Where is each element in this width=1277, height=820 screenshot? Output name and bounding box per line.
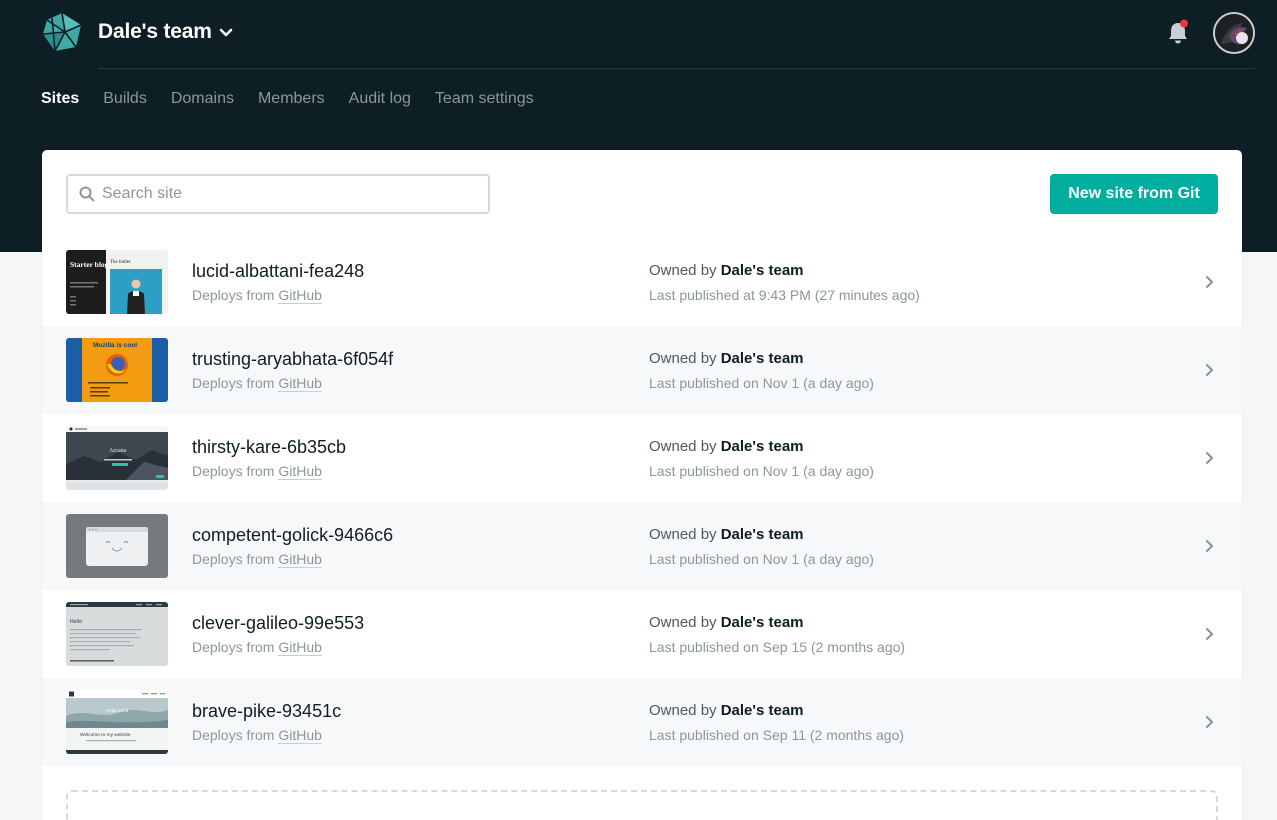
thumb-title: Mozilla is cool	[93, 342, 137, 349]
last-published: Last published at 9:43 PM (27 minutes ag…	[649, 287, 920, 303]
site-name[interactable]: brave-pike-93451c	[192, 701, 341, 722]
site-row[interactable]: Starter blog The butler lucid-albattani-…	[42, 238, 1242, 326]
site-preview-image: Hello world Welcome to my website	[66, 690, 168, 754]
site-row[interactable]: competent-golick-9466c6 Deploys from Git…	[42, 502, 1242, 590]
avatar-image	[1215, 14, 1253, 52]
thumb-title: Hello world	[106, 708, 129, 713]
site-thumbnail[interactable]: Hello	[66, 602, 168, 666]
nav-tab-domains[interactable]: Domains	[171, 88, 234, 110]
search-icon	[79, 186, 95, 202]
site-thumbnail[interactable]: Starter blog The butler	[66, 250, 168, 314]
team-switcher-label[interactable]: Dale's team	[98, 20, 212, 44]
site-owner: Owned by Dale's team	[649, 262, 804, 279]
site-row[interactable]: Mozilla is cool trusting-aryabhata-6f054…	[42, 326, 1242, 414]
site-preview-image: Hello	[66, 602, 168, 666]
nav-tab-audit-log[interactable]: Audit log	[349, 88, 411, 110]
site-preview-image: Starter blog The butler	[66, 250, 168, 314]
site-row[interactable]: Hello clever-galileo-99e553 Deploys from…	[42, 590, 1242, 678]
site-preview-image	[66, 514, 168, 578]
chevron-right-icon[interactable]	[1204, 451, 1214, 465]
chevron-right-icon[interactable]	[1204, 363, 1214, 377]
sites-card: New site from Git Starter blog The butle…	[42, 150, 1242, 820]
thumb-subtitle: Welcome to my website	[80, 732, 131, 738]
header: Dale's team	[0, 0, 1277, 68]
deploy-source: Deploys from GitHub	[192, 463, 322, 480]
header-divider	[98, 68, 1255, 69]
chevron-right-icon[interactable]	[1204, 275, 1214, 289]
last-published: Last published on Sep 11 (2 months ago)	[649, 727, 905, 743]
nav-tab-builds[interactable]: Builds	[103, 88, 147, 110]
last-published: Last published on Sep 15 (2 months ago)	[649, 639, 906, 655]
deploy-dropzone[interactable]	[66, 790, 1218, 820]
thumb-title: Starter blog	[70, 260, 109, 269]
thumb-title: Arcana	[109, 448, 127, 454]
site-owner: Owned by Dale's team	[649, 526, 804, 543]
site-thumbnail[interactable]: Hello world Welcome to my website	[66, 690, 168, 754]
team-nav: Sites Builds Domains Members Audit log T…	[41, 88, 558, 110]
deploy-source-link[interactable]: GitHub	[278, 727, 322, 744]
site-owner: Owned by Dale's team	[649, 702, 804, 719]
site-owner: Owned by Dale's team	[649, 438, 804, 455]
site-thumbnail[interactable]: Arcana	[66, 426, 168, 490]
deploy-source-link[interactable]: GitHub	[278, 287, 322, 304]
site-name[interactable]: lucid-albattani-fea248	[192, 261, 364, 282]
site-thumbnail[interactable]: Mozilla is cool	[66, 338, 168, 402]
deploy-source-link[interactable]: GitHub	[278, 639, 322, 656]
last-published: Last published on Nov 1 (a day ago)	[649, 463, 874, 479]
netlify-logo-icon[interactable]	[41, 12, 83, 52]
chevron-right-icon[interactable]	[1204, 627, 1214, 641]
site-list: Starter blog The butler lucid-albattani-…	[42, 238, 1242, 766]
deploy-source: Deploys from GitHub	[192, 287, 322, 304]
last-published: Last published on Nov 1 (a day ago)	[649, 551, 874, 567]
new-site-from-git-button[interactable]: New site from Git	[1050, 174, 1218, 214]
site-preview-image: Arcana	[66, 426, 168, 490]
notification-dot	[1180, 19, 1188, 28]
nav-tab-team-settings[interactable]: Team settings	[435, 88, 534, 110]
deploy-source: Deploys from GitHub	[192, 727, 322, 744]
deploy-source: Deploys from GitHub	[192, 375, 322, 392]
bell-icon[interactable]	[1166, 19, 1190, 45]
site-owner: Owned by Dale's team	[649, 350, 804, 367]
site-row[interactable]: Hello world Welcome to my website brave-…	[42, 678, 1242, 766]
chevron-down-icon[interactable]	[219, 28, 233, 38]
site-name[interactable]: trusting-aryabhata-6f054f	[192, 349, 393, 370]
deploy-source: Deploys from GitHub	[192, 551, 322, 568]
nav-tab-sites[interactable]: Sites	[41, 88, 79, 110]
search-input[interactable]	[102, 180, 482, 208]
site-name[interactable]: competent-golick-9466c6	[192, 525, 393, 546]
site-owner: Owned by Dale's team	[649, 614, 804, 631]
deploy-source-link[interactable]: GitHub	[278, 463, 322, 480]
avatar[interactable]	[1213, 12, 1255, 54]
site-name[interactable]: thirsty-kare-6b35cb	[192, 437, 346, 458]
deploy-source: Deploys from GitHub	[192, 639, 322, 656]
site-thumbnail[interactable]	[66, 514, 168, 578]
deploy-source-link[interactable]: GitHub	[278, 375, 322, 392]
chevron-right-icon[interactable]	[1204, 539, 1214, 553]
nav-tab-members[interactable]: Members	[258, 88, 325, 110]
thumb-title: Hello	[70, 619, 82, 625]
thumb-caption: The butler	[110, 260, 131, 265]
chevron-right-icon[interactable]	[1204, 715, 1214, 729]
search-box[interactable]	[66, 174, 490, 214]
site-name[interactable]: clever-galileo-99e553	[192, 613, 364, 634]
site-row[interactable]: Arcana thirsty-kare-6b35cb Deploys from …	[42, 414, 1242, 502]
site-preview-image: Mozilla is cool	[66, 338, 168, 402]
last-published: Last published on Nov 1 (a day ago)	[649, 375, 874, 391]
deploy-source-link[interactable]: GitHub	[278, 551, 322, 568]
